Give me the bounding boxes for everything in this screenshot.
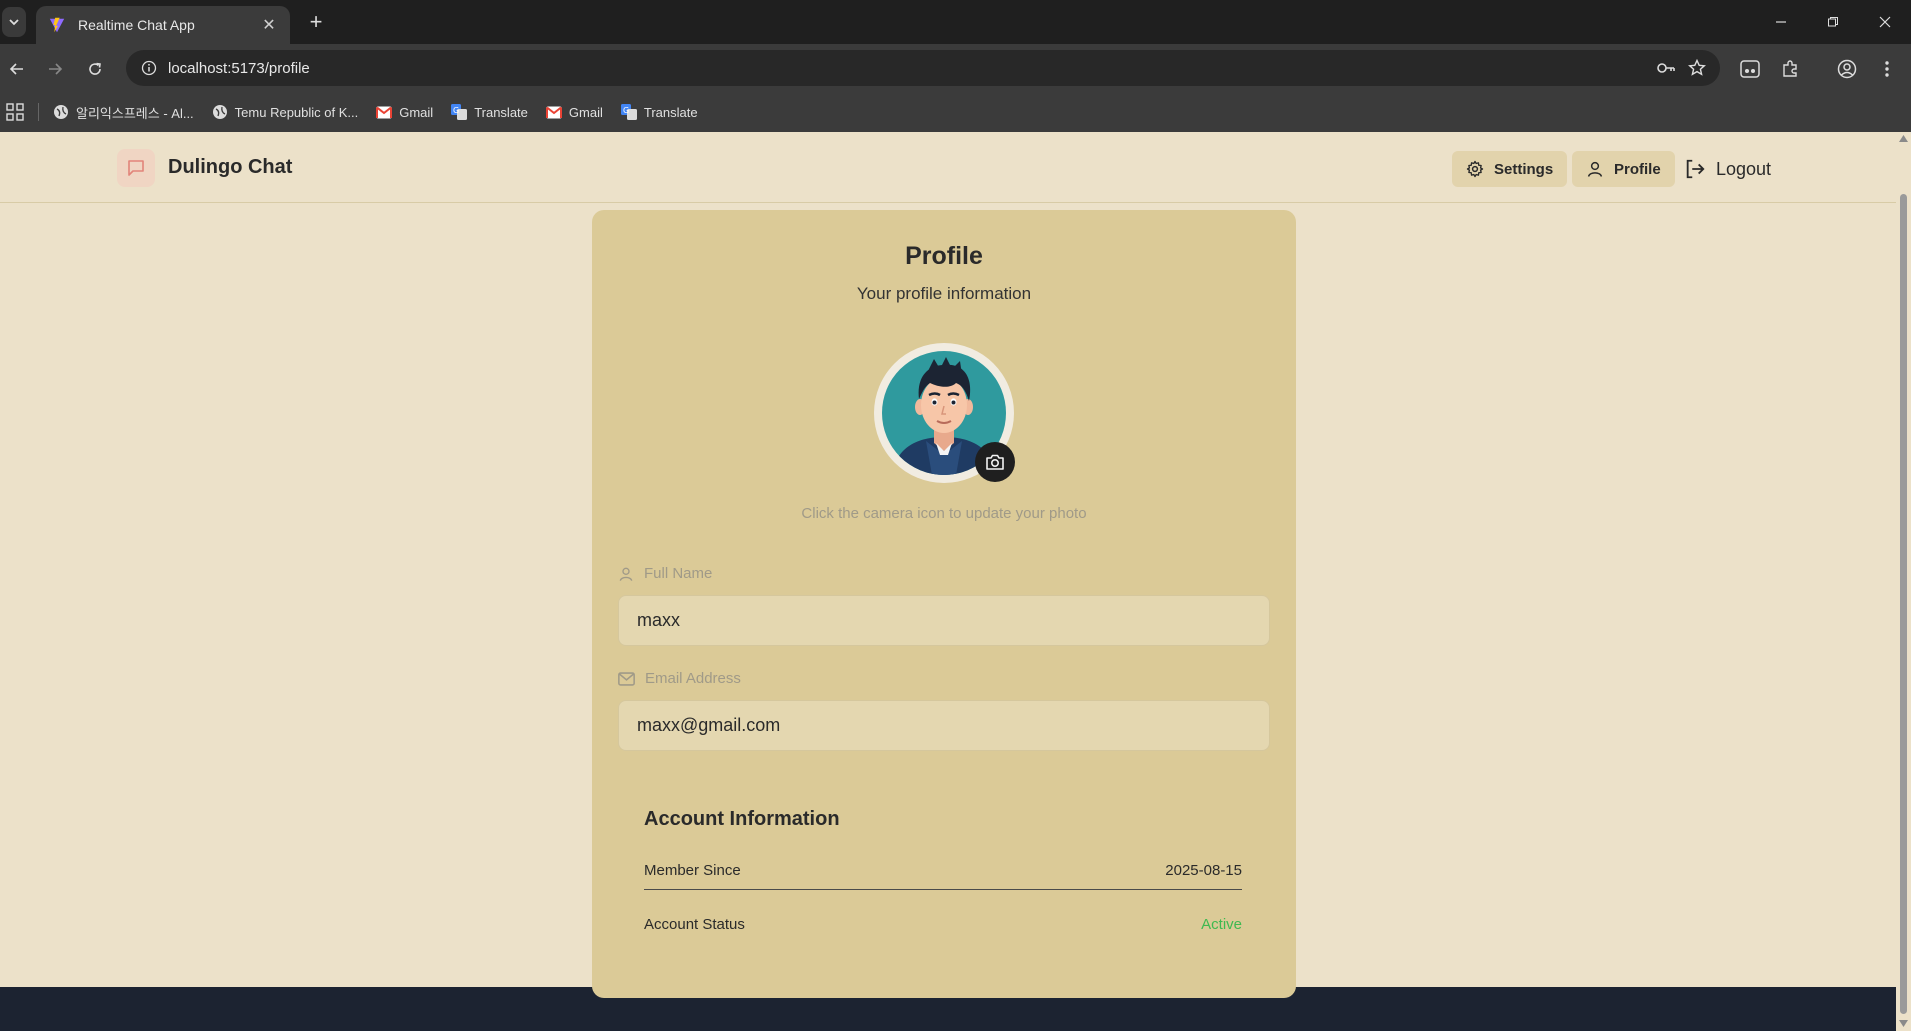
browser-tab[interactable]: Realtime Chat App ✕ <box>36 6 290 44</box>
settings-label: Settings <box>1494 160 1554 178</box>
address-bar[interactable]: localhost:5173/profile <box>126 50 1720 86</box>
more-menu-icon[interactable] <box>1872 54 1902 84</box>
vite-icon <box>49 17 65 33</box>
site-info-icon[interactable] <box>134 60 164 76</box>
page-subtitle: Your profile information <box>856 284 1032 303</box>
page-title: Profile <box>905 242 983 270</box>
email-field[interactable] <box>618 700 1270 751</box>
forward-icon[interactable] <box>40 54 70 84</box>
full-name-field[interactable] <box>618 595 1270 646</box>
account-status-label: Account Status <box>644 916 745 933</box>
scroll-up-arrow-icon[interactable] <box>1899 135 1908 142</box>
extensions-puzzle-icon[interactable] <box>1775 54 1805 84</box>
new-tab-button[interactable]: + <box>302 8 330 36</box>
browser-tab-bar: Realtime Chat App ✕ + <box>0 0 1911 44</box>
reload-icon[interactable] <box>80 54 110 84</box>
page-viewport: Dulingo Chat Settings Profile Logout Pro… <box>0 132 1896 1031</box>
chevron-down-icon <box>9 19 19 26</box>
scrollbar-thumb[interactable] <box>1900 194 1907 1014</box>
back-icon[interactable] <box>2 54 32 84</box>
tab-search-button[interactable] <box>2 7 26 37</box>
extension-eyes-icon[interactable] <box>1735 54 1765 84</box>
close-icon[interactable]: ✕ <box>260 15 278 35</box>
message-square-icon <box>128 160 144 176</box>
page-scrollbar[interactable] <box>1896 132 1911 1031</box>
bookmark-gmail-2[interactable]: Gmail <box>545 104 603 120</box>
url-text: localhost:5173/profile <box>168 59 310 77</box>
profile-label: Profile <box>1614 160 1661 178</box>
member-since-value: 2025-08-15 <box>1165 862 1242 879</box>
svg-text:G: G <box>623 106 629 115</box>
app-brand-name[interactable]: Dulingo Chat <box>168 156 292 179</box>
mail-icon <box>618 671 635 686</box>
member-since-label: Member Since <box>644 862 741 879</box>
logout-button[interactable]: Logout <box>1684 151 1771 187</box>
logout-label: Logout <box>1716 158 1772 179</box>
account-status-badge: Active <box>1201 916 1242 933</box>
globe-icon <box>53 104 69 120</box>
profile-card: Profile Your profile information Click t… <box>592 210 1296 998</box>
globe-icon <box>212 104 228 120</box>
profile-button[interactable]: Profile <box>1572 151 1675 187</box>
translate-icon: G <box>620 104 637 120</box>
window-controls <box>1755 0 1911 44</box>
window-close-icon[interactable] <box>1859 0 1911 44</box>
gmail-icon <box>376 104 393 120</box>
minimize-icon[interactable] <box>1755 0 1807 44</box>
gmail-icon <box>545 104 562 120</box>
full-name-label: Full Name <box>618 565 712 582</box>
user-icon <box>619 567 633 581</box>
account-icon[interactable] <box>1832 54 1862 84</box>
bookmark-translate-1[interactable]: G Translate <box>451 104 528 120</box>
account-info-title: Account Information <box>644 808 840 830</box>
account-status-row: Account Status Active <box>644 916 1242 933</box>
translate-icon: G <box>451 104 468 120</box>
gear-icon <box>1466 160 1484 178</box>
bookmark-gmail-1[interactable]: Gmail <box>376 104 433 120</box>
camera-icon <box>986 454 1004 470</box>
app-logo[interactable] <box>117 149 155 187</box>
camera-upload-button[interactable] <box>975 442 1015 482</box>
bookmark-star-icon[interactable] <box>1688 59 1706 77</box>
scroll-down-arrow-icon[interactable] <box>1899 1020 1908 1027</box>
apps-grid-icon[interactable] <box>6 103 24 121</box>
browser-toolbar: localhost:5173/profile <box>0 44 1911 92</box>
user-icon <box>1587 161 1603 177</box>
bookmarks-separator <box>38 103 39 121</box>
bookmark-temu[interactable]: Temu Republic of K... <box>212 104 358 120</box>
bookmark-translate-2[interactable]: G Translate <box>620 104 698 120</box>
restore-icon[interactable] <box>1807 0 1859 44</box>
photo-hint-text: Click the camera icon to update your pho… <box>801 505 1087 522</box>
member-since-row: Member Since 2025-08-15 <box>644 862 1242 890</box>
email-label: Email Address <box>618 670 741 687</box>
tab-title: Realtime Chat App <box>78 17 195 33</box>
logout-icon <box>1686 159 1705 179</box>
bookmark-aliexpress[interactable]: 알리익스프레스 - Al... <box>53 103 194 122</box>
password-key-icon[interactable] <box>1656 60 1676 76</box>
svg-text:G: G <box>453 106 459 115</box>
app-header: Dulingo Chat Settings Profile Logout <box>0 132 1896 203</box>
bookmarks-bar: 알리익스프레스 - Al... Temu Republic of K... Gm… <box>0 92 1911 132</box>
settings-button[interactable]: Settings <box>1452 151 1568 187</box>
